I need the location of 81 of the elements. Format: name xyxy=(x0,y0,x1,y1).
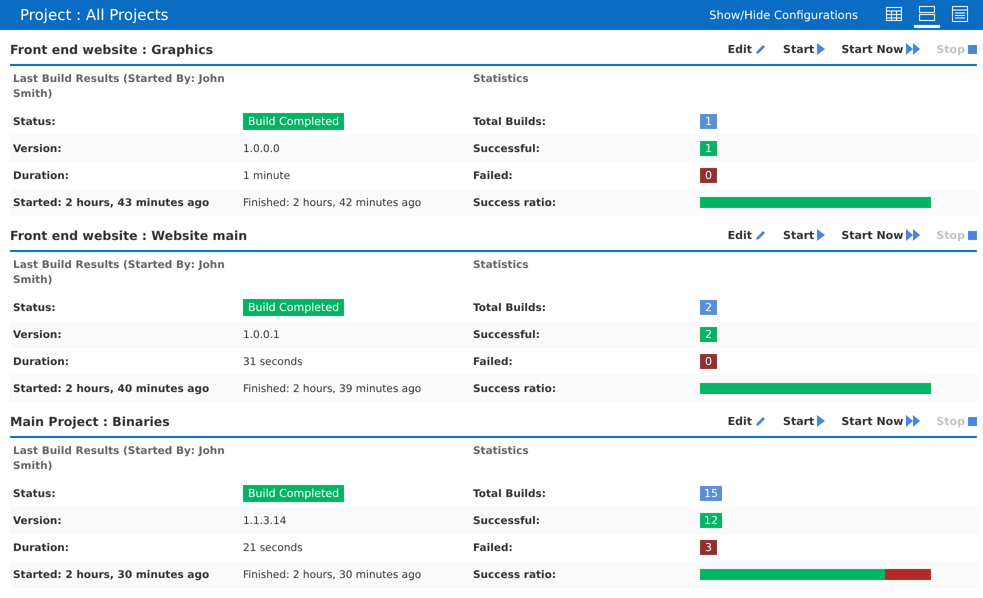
count-badge: 2 xyxy=(700,327,717,342)
start-button[interactable]: Start xyxy=(783,42,826,56)
stat-label: Success ratio: xyxy=(473,196,556,208)
pencil-icon xyxy=(755,229,768,241)
stat-label: Total Builds: xyxy=(473,302,546,314)
field-label: Started: 2 hours, 43 minutes ago xyxy=(13,196,210,208)
play-icon xyxy=(817,229,826,241)
rows-icon xyxy=(919,6,935,22)
count-badge: 1 xyxy=(700,114,717,129)
stat-label: Total Builds: xyxy=(473,488,546,500)
play-icon xyxy=(817,43,826,55)
field-label: Duration: xyxy=(13,542,69,554)
count-badge: 0 xyxy=(700,168,717,183)
field-label: Status: xyxy=(13,488,56,500)
stat-label: Success ratio: xyxy=(473,568,556,580)
stat-label: Failed: xyxy=(473,170,513,182)
stat-label: Total Builds: xyxy=(473,116,546,128)
fast-forward-icon xyxy=(906,415,920,427)
field-label: Started: 2 hours, 40 minutes ago xyxy=(13,382,210,394)
count-badge: 2 xyxy=(700,300,717,315)
stop-icon xyxy=(968,44,977,54)
section-heading: Last Build Results (Started By: John Smith) xyxy=(12,444,226,474)
stat-label: Successful: xyxy=(473,514,540,526)
stop-icon xyxy=(968,230,977,240)
stop-icon xyxy=(968,416,977,426)
section-heading: Last Build Results (Started By: John Smith) xyxy=(12,72,226,102)
field-label: Duration: xyxy=(13,356,69,368)
start-now-button[interactable]: Start Now xyxy=(841,414,920,428)
field-value: 1.1.3.14 xyxy=(243,514,286,526)
field-label: Version: xyxy=(13,328,62,340)
project-title: Front end website : Website main xyxy=(10,228,248,242)
fast-forward-icon xyxy=(906,43,920,55)
project-title: Front end website : Graphics xyxy=(10,42,214,56)
start-button[interactable]: Start xyxy=(783,228,826,242)
status-badge: Build Completed xyxy=(243,299,344,316)
edit-button[interactable]: Edit xyxy=(728,414,768,428)
status-badge: Build Completed xyxy=(243,113,344,130)
field-value: Finished: 2 hours, 30 minutes ago xyxy=(243,568,422,580)
fast-forward-icon xyxy=(906,229,920,241)
field-label: Status: xyxy=(13,302,56,314)
list-icon xyxy=(952,6,968,22)
edit-button[interactable]: Edit xyxy=(728,228,768,242)
stat-label: Failed: xyxy=(473,356,513,368)
section-heading: Statistics xyxy=(472,444,530,459)
pencil-icon xyxy=(755,415,768,427)
start-button[interactable]: Start xyxy=(783,414,826,428)
field-label: Version: xyxy=(13,142,62,154)
start-now-button[interactable]: Start Now xyxy=(841,42,920,56)
field-value: 31 seconds xyxy=(243,356,303,368)
grid-icon xyxy=(886,6,902,20)
count-badge: 15 xyxy=(700,486,722,501)
page-title: Project : All Projects xyxy=(20,6,170,24)
field-value: Finished: 2 hours, 42 minutes ago xyxy=(243,196,422,208)
count-badge: 3 xyxy=(700,540,717,555)
count-badge: 12 xyxy=(700,513,722,528)
stat-label: Failed: xyxy=(473,542,513,554)
count-badge: 1 xyxy=(700,141,717,156)
section-heading: Statistics xyxy=(472,258,530,273)
edit-button[interactable]: Edit xyxy=(728,42,768,56)
stat-label: Success ratio: xyxy=(473,382,556,394)
field-label: Started: 2 hours, 30 minutes ago xyxy=(13,568,210,580)
section-heading: Last Build Results (Started By: John Smith) xyxy=(12,258,226,288)
start-now-button[interactable]: Start Now xyxy=(841,228,920,242)
field-value: 1 minute xyxy=(243,170,290,182)
field-label: Duration: xyxy=(13,170,69,182)
failure-bar xyxy=(884,569,931,580)
field-label: Version: xyxy=(13,514,62,526)
field-value: Finished: 2 hours, 39 minutes ago xyxy=(243,382,422,394)
section-heading: Statistics xyxy=(472,72,530,87)
field-value: 1.0.0.0 xyxy=(243,142,280,154)
project-title: Main Project : Binaries xyxy=(10,414,171,428)
field-value: 21 seconds xyxy=(243,542,303,554)
stat-label: Successful: xyxy=(473,142,540,154)
count-badge: 0 xyxy=(700,354,717,369)
pencil-icon xyxy=(755,43,768,55)
field-value: 1.0.0.1 xyxy=(243,328,280,340)
field-label: Status: xyxy=(13,116,56,128)
stat-label: Successful: xyxy=(473,328,540,340)
configurations-link[interactable]: Show/Hide Configurations xyxy=(709,8,858,22)
status-badge: Build Completed xyxy=(243,485,344,502)
play-icon xyxy=(817,415,826,427)
